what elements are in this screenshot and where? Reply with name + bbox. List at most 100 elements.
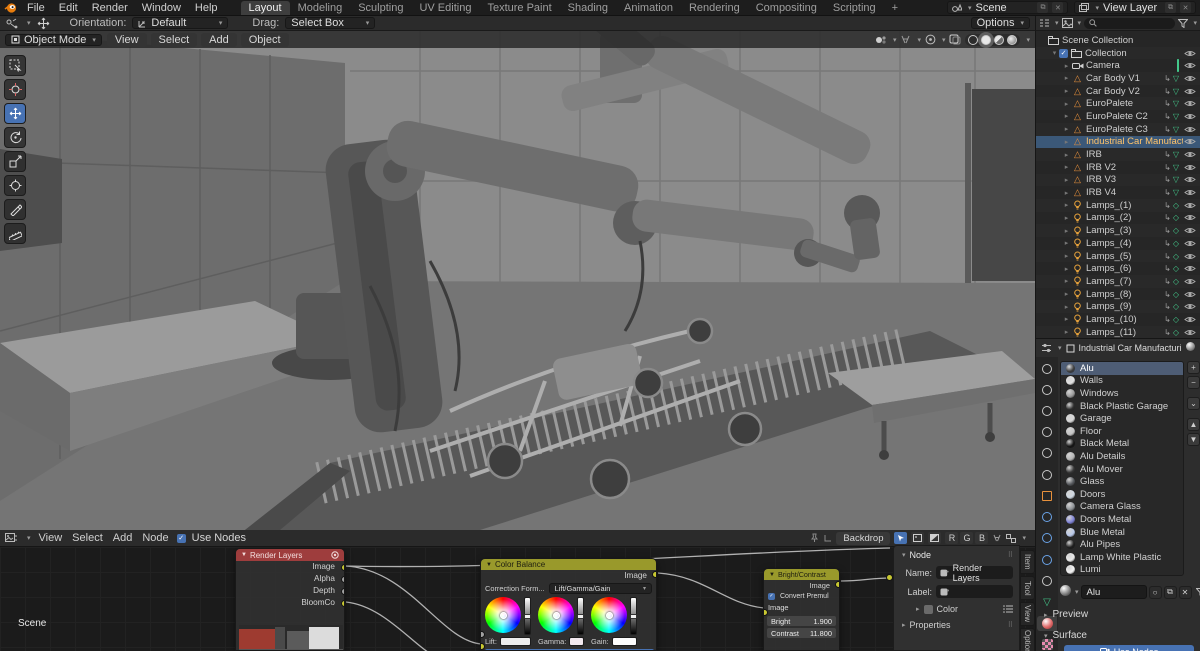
material-slot-doors[interactable]: Doors — [1061, 488, 1183, 501]
compositor-menu-node[interactable]: Node — [142, 532, 168, 544]
expand-icon[interactable]: ▸ — [1062, 100, 1071, 108]
depth-output-socket[interactable] — [341, 587, 344, 595]
image-output-socket[interactable] — [835, 581, 839, 588]
properties-tab-output[interactable] — [1037, 403, 1057, 418]
material-name-field[interactable]: Alu — [1080, 585, 1147, 599]
filter-icon[interactable] — [1178, 18, 1189, 28]
workspace-tab-scripting[interactable]: Scripting — [825, 1, 884, 15]
shading-solid-button[interactable] — [981, 34, 992, 45]
expand-icon[interactable]: ▸ — [1062, 303, 1071, 311]
material-slot-floor[interactable]: Floor — [1061, 425, 1183, 438]
color-wheel[interactable] — [485, 597, 521, 633]
viewport-menu-select[interactable]: Select — [150, 32, 198, 47]
shading-wireframe-button[interactable] — [968, 34, 979, 45]
visibility-eye-icon[interactable] — [1183, 87, 1197, 96]
expand-icon[interactable]: ▸ — [1062, 163, 1071, 171]
outliner-item-car-body-v2[interactable]: ▸ △ Car Body V2 ↳ ▽ — [1036, 85, 1200, 98]
material-slot-alu-pipes[interactable]: Alu Pipes — [1061, 538, 1183, 551]
value-slider[interactable] — [630, 597, 637, 635]
rotate-tool-button[interactable] — [4, 127, 26, 148]
material-slot-camera-glass[interactable]: Camera Glass — [1061, 501, 1183, 514]
material-slot-windows[interactable]: Windows — [1061, 387, 1183, 400]
outliner-item-industrial-car-manufacturing[interactable]: ▸△ Industrial Car Manufacturing — [1036, 135, 1200, 149]
properties-tab-render[interactable] — [1037, 382, 1057, 397]
outliner-item-collection[interactable]: ▾ ✓ Collection — [1036, 46, 1200, 60]
menu-file[interactable]: File — [20, 2, 52, 14]
overlays-icon[interactable] — [949, 34, 961, 45]
filter-icon[interactable] — [1195, 587, 1200, 597]
use-nodes-button[interactable]: Use Nodes — [1064, 645, 1194, 651]
orientation-dropdown[interactable]: Default ▾ — [132, 17, 229, 29]
channel-g-button[interactable]: G — [960, 532, 974, 544]
visibility-eye-icon[interactable] — [1183, 302, 1197, 311]
node-name-field[interactable]: Render Layers — [936, 563, 1013, 583]
menu-help[interactable]: Help — [188, 2, 225, 14]
outliner-item-irb-v4[interactable]: ▸ △ IRB V4 ↳ ▽ — [1036, 186, 1200, 199]
backdrop-color-icon[interactable] — [894, 532, 908, 544]
material-slot-walls[interactable]: Walls — [1061, 375, 1183, 388]
menu-window[interactable]: Window — [135, 2, 188, 14]
bloomco-output-socket[interactable] — [341, 599, 344, 607]
properties-tab-physics[interactable] — [1037, 552, 1057, 567]
transform-tool-button[interactable] — [4, 175, 26, 196]
color-wheel[interactable] — [591, 597, 627, 633]
material-slot-black-metal[interactable]: Black Metal — [1061, 438, 1183, 451]
color-panel-header[interactable]: ▸ Color — [900, 604, 1013, 614]
workspace-tab-layout[interactable]: Layout — [240, 0, 290, 15]
expand-icon[interactable]: ▸ — [1062, 151, 1071, 159]
expand-icon[interactable]: ▸ — [1062, 227, 1071, 235]
preview-panel-header[interactable]: ▸ Preview — [1042, 609, 1197, 620]
visibility-eye-icon[interactable] — [1183, 239, 1197, 248]
compositor-editor-icon[interactable] — [5, 533, 17, 543]
gizmo-dropdown-icon[interactable] — [875, 35, 887, 45]
outliner-item-lamps-3-[interactable]: ▸ Lamps_(3) ↳ ◇ — [1036, 224, 1200, 237]
snapping-options-icon[interactable] — [1006, 533, 1017, 543]
workspace-tab-rendering[interactable]: Rendering — [681, 1, 748, 15]
field-contrast[interactable]: Contrast 11.800 — [767, 628, 836, 638]
workspace-tab-compositing[interactable]: Compositing — [748, 1, 825, 15]
properties-tab-tool[interactable] — [1037, 361, 1057, 376]
outliner-item-car-body-v1[interactable]: ▸ △ Car Body V1 ↳ ▽ — [1036, 72, 1200, 85]
workspace-tab-sculpting[interactable]: Sculpting — [350, 1, 411, 15]
sidebar-tab-tool[interactable]: Tool — [1020, 576, 1035, 600]
outliner-item-scene-collection[interactable]: Scene Collection — [1036, 34, 1200, 47]
node-render-layers[interactable]: ▼ Render Layers Image Alpha Depth BloomCo — [235, 548, 345, 651]
correction-formula-dropdown[interactable]: Lift/Gamma/Gain ▾ — [548, 583, 652, 594]
visibility-eye-icon[interactable] — [1183, 277, 1197, 286]
expand-icon[interactable]: ▸ — [1062, 252, 1071, 260]
parent-icon[interactable] — [823, 534, 832, 543]
snap-magnet-icon[interactable] — [900, 35, 911, 45]
expand-icon[interactable]: ▸ — [1062, 328, 1071, 336]
unlink-material-button[interactable]: ✕ — [1178, 585, 1192, 599]
outliner-item-lamps-6-[interactable]: ▸ Lamps_(6) ↳ ◇ — [1036, 262, 1200, 275]
collection-checkbox[interactable]: ✓ — [1059, 48, 1068, 58]
outliner-item-lamps-1-[interactable]: ▸ Lamps_(1) ↳ ◇ — [1036, 198, 1200, 212]
workspace-tab-texture-paint[interactable]: Texture Paint — [479, 1, 559, 15]
material-slot-alu-mover[interactable]: Alu Mover — [1061, 463, 1183, 476]
convert-premul-toggle[interactable]: ✓ Convert Premul — [764, 592, 839, 601]
visibility-eye-icon[interactable] — [1183, 188, 1197, 197]
outliner-item-lamps-8-[interactable]: ▸ Lamps_(8) ↳ ◇ — [1036, 288, 1200, 301]
image-input-socket[interactable] — [481, 643, 485, 650]
presets-list-icon[interactable] — [1003, 605, 1013, 613]
blender-logo-icon[interactable] — [4, 2, 18, 14]
viewport-menu-object[interactable]: Object — [240, 32, 289, 47]
material-slot-black-plastic-garage[interactable]: Black Plastic Garage — [1061, 400, 1183, 413]
visibility-eye-icon[interactable] — [1183, 61, 1197, 70]
bright-contrast-header[interactable]: ▼ Bright/Contrast — [764, 569, 839, 580]
outliner-item-irb-v3[interactable]: ▸ △ IRB V3 ↳ ▽ — [1036, 173, 1200, 187]
use-nodes-toggle[interactable]: ✓ Use Nodes — [176, 532, 246, 544]
properties-tab-constraints[interactable] — [1037, 573, 1057, 588]
material-slot-alu-details[interactable]: Alu Details — [1061, 450, 1183, 463]
image-output-socket[interactable] — [652, 571, 656, 578]
visibility-eye-icon[interactable] — [1183, 201, 1197, 210]
image-output-socket[interactable] — [341, 563, 344, 571]
menu-render[interactable]: Render — [85, 2, 135, 14]
visibility-eye-icon[interactable] — [1183, 290, 1197, 299]
channel-b-button[interactable]: B — [975, 532, 989, 544]
material-slot-glass[interactable]: Glass — [1061, 475, 1183, 488]
visibility-eye-icon[interactable] — [1183, 112, 1197, 121]
slot-move-down-button[interactable]: ▼ — [1187, 433, 1200, 446]
outliner-item-europalete-c3[interactable]: ▸ △ EuroPalete C3 ↳ ▽ — [1036, 122, 1200, 136]
expand-icon[interactable]: ▸ — [1062, 189, 1071, 197]
